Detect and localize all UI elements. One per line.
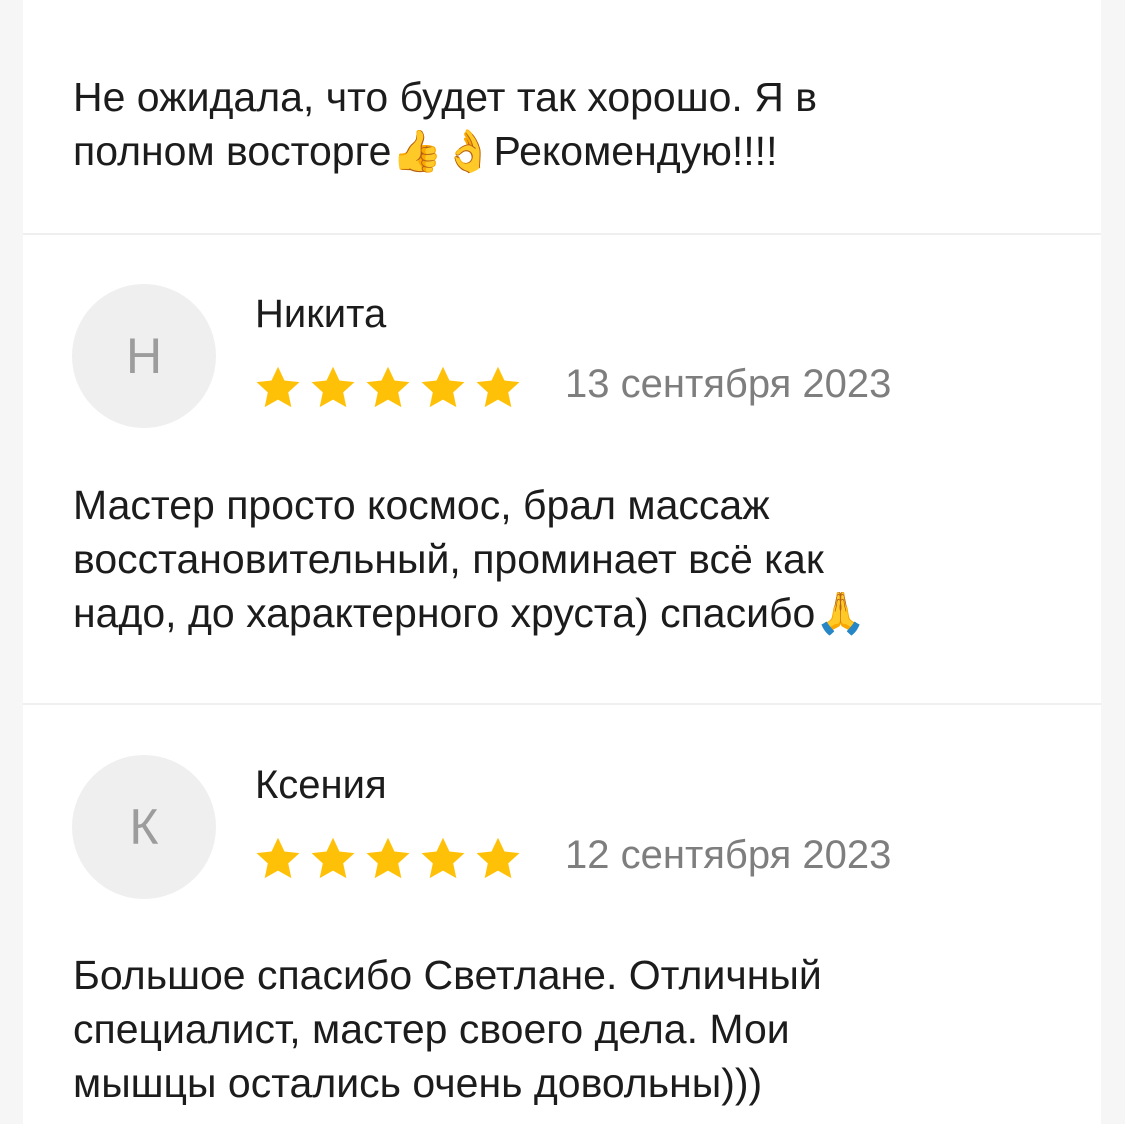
star-icon	[476, 837, 520, 879]
rating-stars	[252, 834, 524, 884]
star-icon	[421, 837, 465, 879]
star-icon	[476, 366, 520, 408]
star-icon	[311, 837, 355, 879]
review-text: Не ожидала, что будет так хорошо. Я в по…	[73, 74, 817, 174]
star-icon	[366, 366, 410, 408]
star-icon	[421, 366, 465, 408]
review-text: Большое спасибо Светлане. Отличный специ…	[73, 952, 822, 1106]
avatar-letter: К	[129, 799, 159, 855]
reviewer-name[interactable]: Ксения	[255, 763, 387, 808]
avatar[interactable]: К	[72, 755, 216, 899]
divider	[23, 703, 1101, 705]
reviewer-name[interactable]: Никита	[255, 292, 386, 337]
star-icon	[311, 366, 355, 408]
review-text: Мастер просто космос, брал массаж восста…	[73, 482, 867, 636]
avatar[interactable]: Н	[72, 284, 216, 428]
review-date: 13 сентября 2023	[565, 362, 892, 406]
avatar-letter: Н	[125, 328, 163, 384]
star-icon	[256, 366, 300, 408]
star-icon	[256, 837, 300, 879]
divider	[23, 233, 1101, 235]
review-date: 12 сентября 2023	[565, 833, 892, 877]
rating-stars	[252, 363, 524, 413]
star-icon	[366, 837, 410, 879]
